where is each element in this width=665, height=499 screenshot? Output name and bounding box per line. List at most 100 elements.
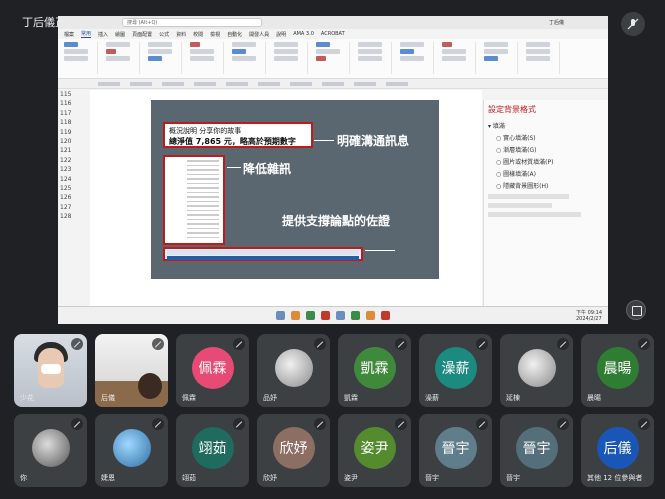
- ribbon-group: [274, 42, 308, 74]
- ribbon-tab[interactable]: 資料: [176, 31, 186, 38]
- ribbon-group: [316, 42, 350, 74]
- participant-photo: [112, 429, 151, 467]
- row-number[interactable]: 120: [58, 137, 88, 146]
- ribbon-tab[interactable]: 自動化: [227, 31, 242, 38]
- mic-off-icon: [71, 418, 83, 430]
- mic-off-icon: [152, 338, 164, 350]
- pane-option[interactable]: ▾ 填滿: [488, 121, 604, 130]
- ribbon-tab[interactable]: AMA 3.0: [293, 31, 314, 37]
- participant-name: 少花: [20, 394, 34, 402]
- taskbar-app-icon[interactable]: [276, 311, 285, 320]
- taskbar-app-icon[interactable]: [381, 311, 390, 320]
- participant-tile[interactable]: 品妤: [257, 334, 330, 407]
- mic-off-icon: [395, 338, 407, 350]
- pane-option[interactable]: ○ 圖片或材質填滿(P): [496, 157, 604, 166]
- row-number[interactable]: 118: [58, 118, 88, 127]
- participant-tile[interactable]: 婕恩: [95, 414, 168, 487]
- row-numbers: 115 116 117 118 119 120 121 122 123 124 125 126 127 1…: [58, 90, 88, 306]
- ribbon: [58, 39, 608, 79]
- participant-tile[interactable]: 澡薪 澡薪: [419, 334, 492, 407]
- participant-tile[interactable]: 凱霖 凱霖: [338, 334, 411, 407]
- row-number[interactable]: 124: [58, 175, 88, 184]
- fullscreen-icon[interactable]: [626, 300, 646, 320]
- mic-off-icon: [557, 338, 569, 350]
- ribbon-tab[interactable]: 檔案: [64, 31, 74, 38]
- participant-tile[interactable]: 后儀: [95, 334, 168, 407]
- row-number[interactable]: 115: [58, 90, 88, 99]
- ribbon-tab[interactable]: ACROBAT: [321, 31, 345, 37]
- taskbar-clock: 下午 09:14 2024/2/27: [576, 310, 602, 322]
- ribbon-group: [526, 42, 560, 74]
- participant-tile[interactable]: 晨暘 晨暘: [581, 334, 654, 407]
- mic-off-icon: [395, 418, 407, 430]
- ribbon-tab[interactable]: 檢視: [210, 31, 220, 38]
- excel-titlebar: 搜尋 (Alt+Q) 丁后儀: [58, 16, 608, 29]
- participant-tile[interactable]: 延棟: [500, 334, 573, 407]
- row-number[interactable]: 116: [58, 99, 88, 108]
- participant-tile[interactable]: 姿尹 姿尹: [338, 414, 411, 487]
- arrow: [365, 250, 395, 251]
- participant-name: 品妤: [263, 394, 277, 402]
- participant-tile[interactable]: 后儀 其他 12 位參與者: [581, 414, 654, 487]
- participant-name: 凱霖: [344, 394, 358, 402]
- row-number[interactable]: 128: [58, 212, 88, 221]
- taskbar-app-icon[interactable]: [366, 311, 375, 320]
- shared-screen: 搜尋 (Alt+Q) 丁后儀 檔案 常用 插入 繪圖 頁面配置 公式 資料 校閱 檢視 自動化 開發…: [58, 16, 608, 324]
- taskbar-app-icon[interactable]: [351, 311, 360, 320]
- participant-name: 欣妤: [263, 474, 277, 482]
- participant-tile[interactable]: 佩霖 佩霖: [176, 334, 249, 407]
- taskbar-app-icon[interactable]: [291, 311, 300, 320]
- participant-tile[interactable]: 欣妤 欣妤: [257, 414, 330, 487]
- ribbon-tab[interactable]: 校閱: [193, 31, 203, 38]
- ribbon-group: [106, 42, 140, 74]
- ribbon-tab[interactable]: 頁面配置: [132, 31, 152, 38]
- participant-avatar: 晉宇: [434, 427, 477, 469]
- mic-off-icon: [476, 418, 488, 430]
- participant-avatar: 晉宇: [515, 427, 558, 469]
- annotation-reduce-noise: 降低雜訊: [243, 162, 292, 176]
- participant-tile[interactable]: 翊茹 翊茹: [176, 414, 249, 487]
- mic-off-icon: [233, 418, 245, 430]
- pane-items: ▾ 填滿 ○ 實心填滿(S) ○ 漸層填滿(G) ○ 圖片或材質填滿(P) ○ 圖樣填滿…: [488, 121, 604, 190]
- row-number[interactable]: 117: [58, 109, 88, 118]
- pane-option[interactable]: ○ 圖樣填滿(A): [496, 169, 604, 178]
- taskbar-app-icon[interactable]: [306, 311, 315, 320]
- ribbon-tab[interactable]: 開發人員: [249, 31, 269, 38]
- row-number[interactable]: 127: [58, 203, 88, 212]
- excel-search-box[interactable]: 搜尋 (Alt+Q): [122, 18, 262, 27]
- taskbar-app-icon[interactable]: [321, 311, 330, 320]
- ribbon-tab[interactable]: 常用: [81, 30, 92, 38]
- mic-off-icon: [314, 418, 326, 430]
- participant-tile[interactable]: 你: [14, 414, 87, 487]
- row-number[interactable]: 119: [58, 128, 88, 137]
- row-number[interactable]: 123: [58, 165, 88, 174]
- participant-photo: [517, 349, 556, 387]
- participant-name: 婕恩: [101, 474, 115, 482]
- pane-option[interactable]: ○ 漸層填滿(G): [496, 145, 604, 154]
- highlight-box-table: [163, 155, 225, 245]
- ribbon-tab[interactable]: 繪圖: [115, 31, 125, 38]
- ribbon-tab[interactable]: 插入: [98, 31, 108, 38]
- pane-option[interactable]: ○ 實心填滿(S): [496, 133, 604, 142]
- participant-name: 姿尹: [344, 474, 358, 482]
- row-number[interactable]: 125: [58, 184, 88, 193]
- annotation-evidence: 提供支撐論點的佐證: [282, 214, 391, 228]
- mic-off-icon: [638, 338, 650, 350]
- ribbon-tab[interactable]: 說明: [276, 31, 286, 38]
- participant-name: 晉宇: [506, 474, 520, 482]
- pane-option[interactable]: ○ 隱藏背景圖形(H): [496, 181, 604, 190]
- mic-off-icon[interactable]: [621, 12, 645, 36]
- participant-tile[interactable]: 晉宇 晉宇: [500, 414, 573, 487]
- mic-off-icon: [152, 418, 164, 430]
- row-number[interactable]: 122: [58, 156, 88, 165]
- participant-tile[interactable]: 晉宇 晉宇: [419, 414, 492, 487]
- taskbar-app-icon[interactable]: [336, 311, 345, 320]
- participant-name: 后儀: [101, 394, 115, 402]
- ribbon-tab[interactable]: 公式: [159, 31, 169, 38]
- participant-tile[interactable]: 少花: [14, 334, 87, 407]
- ribbon-group: [232, 42, 266, 74]
- participant-avatar: 翊茹: [191, 427, 234, 469]
- row-number[interactable]: 121: [58, 146, 88, 155]
- row-number[interactable]: 126: [58, 193, 88, 202]
- arrow: [314, 140, 334, 141]
